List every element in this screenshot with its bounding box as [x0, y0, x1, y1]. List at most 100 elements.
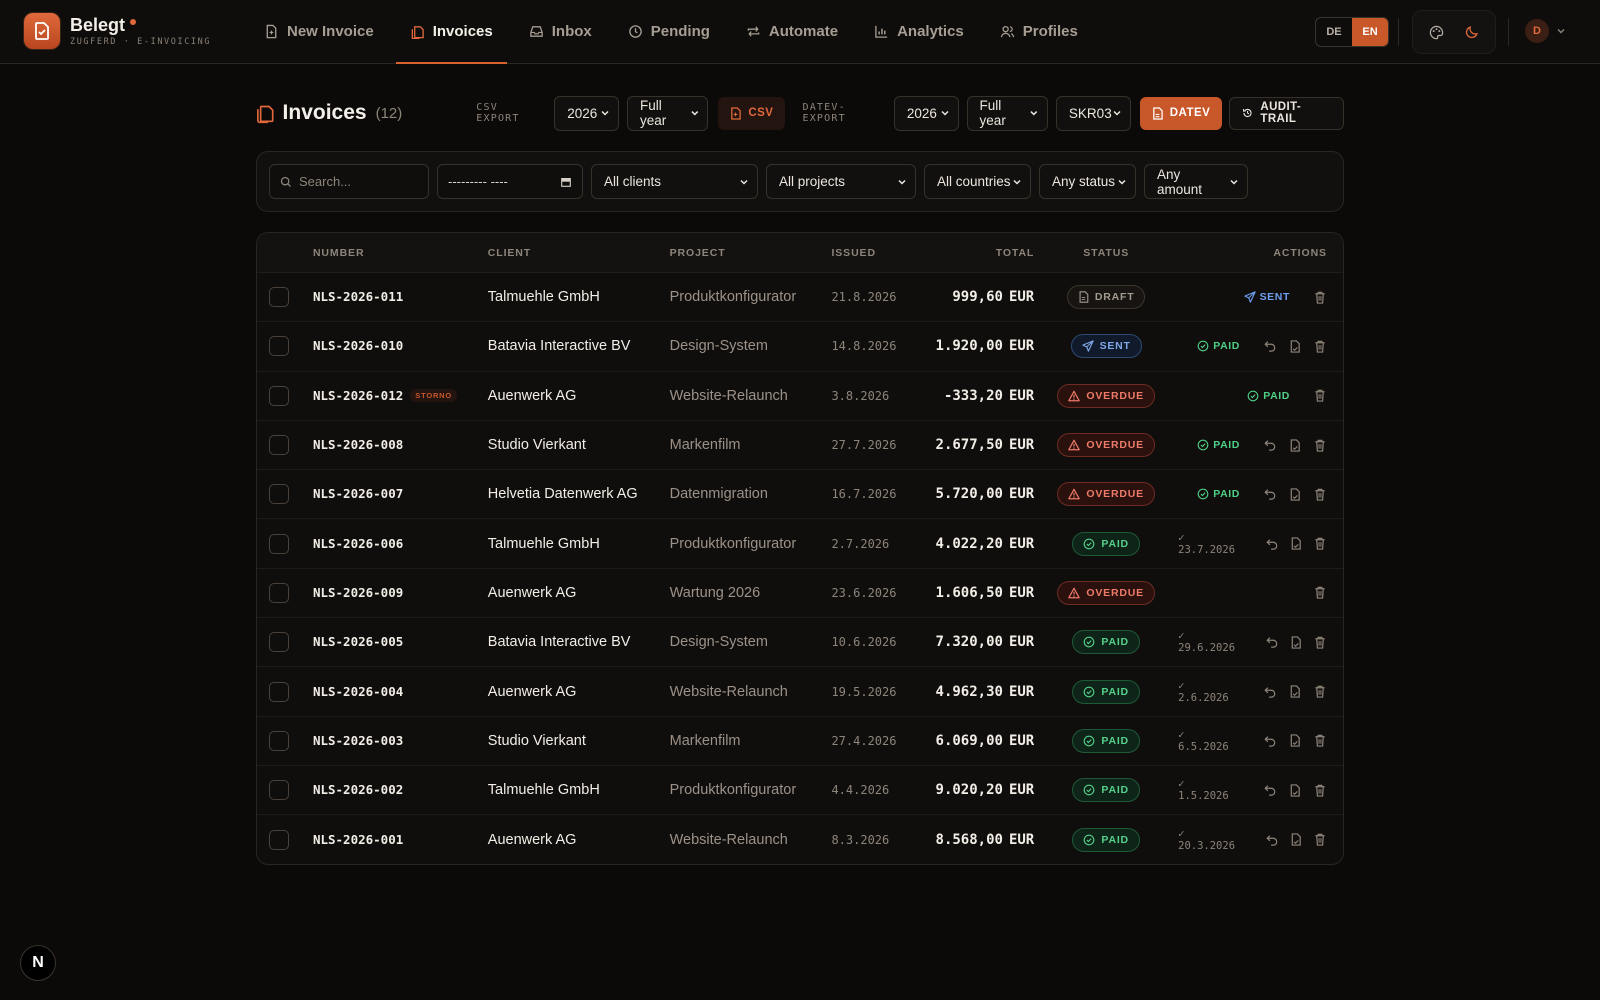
table-row[interactable]: NLS-2026-009 Auenwerk AG Wartung 2026 23…: [257, 569, 1343, 619]
download-xml-button[interactable]: [1288, 487, 1302, 501]
table-row[interactable]: NLS-2026-012 STORNO Auenwerk AG Website-R…: [257, 372, 1343, 421]
nav-item-automate[interactable]: Automate: [732, 0, 852, 63]
download-xml-button[interactable]: [1288, 339, 1302, 353]
lang-en-button[interactable]: EN: [1352, 18, 1388, 46]
table-row[interactable]: NLS-2026-007 Helvetia Datenwerk AG Daten…: [257, 470, 1343, 520]
row-checkbox[interactable]: [269, 730, 289, 751]
client-filter-select[interactable]: All clients: [591, 164, 758, 199]
mark-sent-button[interactable]: SENT: [1243, 291, 1290, 303]
column-client[interactable]: CLIENT: [488, 247, 670, 259]
revert-button[interactable]: [1266, 635, 1279, 649]
status-filter-select[interactable]: Any status: [1039, 164, 1136, 199]
row-checkbox[interactable]: [269, 681, 289, 702]
column-project[interactable]: PROJECT: [670, 247, 832, 259]
revert-button[interactable]: [1264, 783, 1278, 797]
table-row[interactable]: NLS-2026-004 Auenwerk AG Website-Relaunc…: [257, 667, 1343, 717]
delete-button[interactable]: [1314, 833, 1327, 847]
download-xml-button[interactable]: [1288, 734, 1302, 748]
delete-button[interactable]: [1314, 537, 1327, 551]
datev-export-button[interactable]: DATEV: [1139, 96, 1223, 130]
invoice-number[interactable]: NLS-2026-012: [313, 388, 403, 403]
csv-year-select[interactable]: 2026: [554, 95, 619, 131]
nav-item-pending[interactable]: Pending: [614, 0, 724, 63]
delete-button[interactable]: [1313, 290, 1327, 304]
table-row[interactable]: NLS-2026-006 Talmuehle GmbH Produktkonfi…: [257, 519, 1343, 569]
brand[interactable]: Belegt ZUGFERD · E-INVOICING: [24, 13, 211, 49]
revert-button[interactable]: [1263, 438, 1277, 452]
delete-button[interactable]: [1313, 487, 1327, 501]
delete-button[interactable]: [1313, 438, 1327, 452]
row-checkbox[interactable]: [269, 632, 289, 653]
moon-icon[interactable]: [1457, 17, 1487, 47]
row-checkbox[interactable]: [269, 829, 289, 850]
datev-chart-select[interactable]: SKR03: [1055, 95, 1131, 131]
column-status[interactable]: STATUS: [1034, 247, 1178, 259]
mark-paid-button[interactable]: PAID: [1197, 439, 1240, 451]
csv-export-button[interactable]: CSV: [718, 96, 786, 130]
country-filter-select[interactable]: All countries: [924, 164, 1031, 199]
corner-badge[interactable]: N: [20, 945, 56, 981]
nav-item-new-invoice[interactable]: New Invoice: [250, 0, 388, 63]
row-checkbox[interactable]: [269, 435, 289, 456]
date-filter[interactable]: --------- ----: [437, 164, 583, 199]
row-checkbox[interactable]: [269, 582, 289, 603]
delete-button[interactable]: [1313, 734, 1327, 748]
download-xml-button[interactable]: [1290, 635, 1303, 649]
datev-year-select[interactable]: 2026: [893, 95, 959, 131]
column-total[interactable]: TOTAL: [923, 247, 1034, 259]
delete-button[interactable]: [1313, 783, 1327, 797]
row-checkbox[interactable]: [269, 336, 289, 357]
download-xml-button[interactable]: [1290, 833, 1303, 847]
revert-button[interactable]: [1263, 487, 1277, 501]
table-row[interactable]: NLS-2026-011 Talmuehle GmbH Produktkonfi…: [257, 273, 1343, 323]
row-checkbox[interactable]: [269, 780, 289, 801]
search-input[interactable]: [299, 174, 417, 189]
table-row[interactable]: NLS-2026-005 Batavia Interactive BV Desi…: [257, 618, 1343, 668]
delete-button[interactable]: [1313, 685, 1327, 699]
table-row[interactable]: NLS-2026-010 Batavia Interactive BV Desi…: [257, 322, 1343, 372]
lang-de-button[interactable]: DE: [1316, 18, 1352, 46]
nav-item-analytics[interactable]: Analytics: [860, 0, 978, 63]
invoice-number[interactable]: NLS-2026-010: [313, 338, 403, 353]
datev-period-select[interactable]: Full year: [966, 95, 1048, 131]
revert-button[interactable]: [1266, 537, 1279, 551]
row-checkbox[interactable]: [269, 287, 289, 308]
table-row[interactable]: NLS-2026-002 Talmuehle GmbH Produktkonfi…: [257, 766, 1343, 816]
row-checkbox[interactable]: [269, 484, 289, 505]
invoice-number[interactable]: NLS-2026-001: [313, 832, 403, 847]
audit-trail-button[interactable]: AUDIT-TRAIL: [1229, 96, 1344, 130]
revert-button[interactable]: [1263, 339, 1277, 353]
user-menu[interactable]: D: [1525, 19, 1566, 43]
project-filter-select[interactable]: All projects: [766, 164, 916, 199]
invoice-number[interactable]: NLS-2026-007: [313, 486, 403, 501]
delete-button[interactable]: [1313, 339, 1327, 353]
invoice-number[interactable]: NLS-2026-008: [313, 437, 403, 452]
invoice-number[interactable]: NLS-2026-004: [313, 684, 403, 699]
mark-paid-button[interactable]: PAID: [1197, 488, 1240, 500]
nav-item-inbox[interactable]: Inbox: [515, 0, 606, 63]
column-issued[interactable]: ISSUED: [831, 247, 923, 259]
invoice-number[interactable]: NLS-2026-003: [313, 733, 403, 748]
nav-item-invoices[interactable]: Invoices: [395, 0, 507, 64]
csv-period-select[interactable]: Full year: [626, 95, 709, 131]
invoice-number[interactable]: NLS-2026-002: [313, 782, 403, 797]
download-xml-button[interactable]: [1288, 783, 1302, 797]
row-checkbox[interactable]: [269, 533, 289, 554]
palette-icon[interactable]: [1422, 17, 1452, 47]
download-xml-button[interactable]: [1288, 685, 1302, 699]
invoice-number[interactable]: NLS-2026-005: [313, 634, 403, 649]
revert-button[interactable]: [1266, 833, 1279, 847]
revert-button[interactable]: [1264, 734, 1278, 748]
invoice-number[interactable]: NLS-2026-011: [313, 289, 403, 304]
revert-button[interactable]: [1264, 685, 1278, 699]
delete-button[interactable]: [1314, 635, 1327, 649]
invoice-number[interactable]: NLS-2026-009: [313, 585, 403, 600]
table-row[interactable]: NLS-2026-008 Studio Vierkant Markenfilm …: [257, 421, 1343, 471]
invoice-number[interactable]: NLS-2026-006: [313, 536, 403, 551]
row-checkbox[interactable]: [269, 385, 289, 406]
nav-item-profiles[interactable]: Profiles: [986, 0, 1092, 63]
column-number[interactable]: NUMBER: [313, 247, 488, 259]
mark-paid-button[interactable]: PAID: [1197, 340, 1240, 352]
delete-button[interactable]: [1313, 586, 1327, 600]
table-row[interactable]: NLS-2026-003 Studio Vierkant Markenfilm …: [257, 717, 1343, 766]
